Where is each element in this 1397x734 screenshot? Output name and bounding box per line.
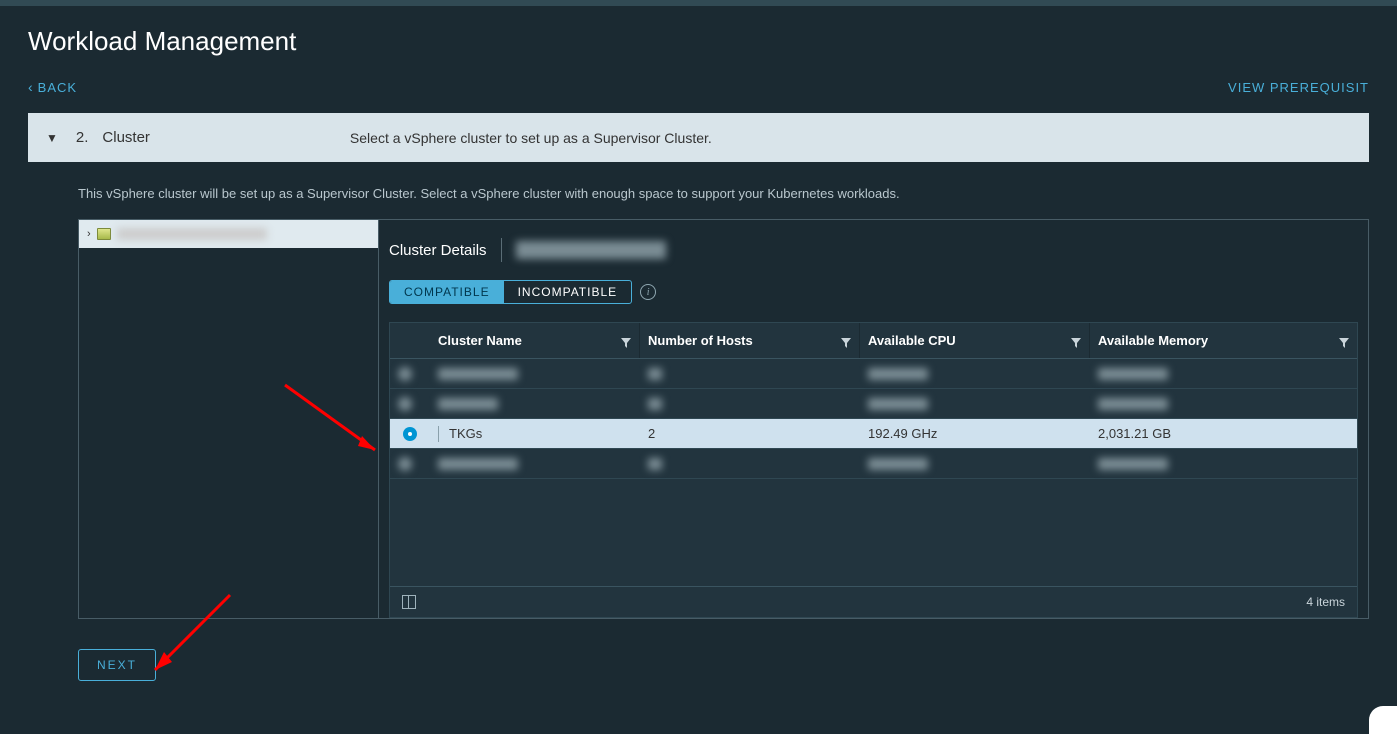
column-label: Available Memory [1098, 333, 1208, 348]
column-label: Number of Hosts [648, 333, 753, 348]
chevron-down-icon[interactable]: ▼ [46, 131, 58, 145]
radio-selected-icon[interactable] [403, 427, 417, 441]
chevron-left-icon: ‹ [28, 79, 34, 95]
column-cpu[interactable]: Available CPU [860, 323, 1090, 358]
cell-cpu [860, 458, 1090, 470]
corner-decoration [1369, 706, 1397, 734]
step-header[interactable]: ▼ 2. Cluster Select a vSphere cluster to… [28, 113, 1369, 162]
compatibility-tabs: COMPATIBLE INCOMPATIBLE i [389, 280, 1358, 304]
cell-hosts [640, 398, 860, 410]
cell-name [430, 368, 640, 380]
separator [501, 238, 502, 262]
tab-incompatible[interactable]: INCOMPATIBLE [504, 281, 632, 303]
item-count: 4 items [1306, 595, 1345, 609]
column-memory[interactable]: Available Memory [1090, 323, 1357, 358]
separator [438, 426, 439, 442]
datacenter-icon [97, 228, 111, 240]
filter-icon[interactable] [621, 336, 631, 346]
page-title: Workload Management [0, 6, 1397, 75]
tree-label-redacted [117, 228, 267, 240]
sub-header: ‹ BACK VIEW PREREQUISIT [0, 75, 1397, 113]
segmented-control: COMPATIBLE INCOMPATIBLE [389, 280, 632, 304]
cell-select[interactable] [390, 397, 430, 411]
cell-cpu [860, 368, 1090, 380]
cell-hosts [640, 368, 860, 380]
cell-select[interactable] [390, 457, 430, 471]
cluster-panel: › Cluster Details COMPATIBLE INCOMPATIBL… [78, 219, 1369, 619]
step-name: Cluster [102, 129, 150, 146]
details-title: Cluster Details [389, 242, 487, 259]
view-prerequisites-link[interactable]: VIEW PREREQUISIT [1228, 80, 1369, 95]
table-body: TKGs 2 192.49 GHz 2,031.21 GB [390, 359, 1357, 586]
column-label: Cluster Name [438, 333, 522, 348]
filter-icon[interactable] [1339, 336, 1349, 346]
table-row[interactable] [390, 359, 1357, 389]
tab-compatible[interactable]: COMPATIBLE [390, 281, 504, 303]
table-footer: 4 items [390, 586, 1357, 617]
cluster-table: Cluster Name Number of Hosts Available C… [389, 322, 1358, 618]
cluster-details-pane: Cluster Details COMPATIBLE INCOMPATIBLE … [379, 220, 1368, 618]
column-hosts[interactable]: Number of Hosts [640, 323, 860, 358]
info-icon[interactable]: i [640, 284, 656, 300]
cell-select[interactable] [390, 367, 430, 381]
table-header: Cluster Name Number of Hosts Available C… [390, 323, 1357, 359]
step-body: This vSphere cluster will be set up as a… [0, 162, 1397, 681]
cell-memory [1090, 458, 1357, 470]
column-settings-icon[interactable] [402, 595, 416, 609]
inventory-tree: › [79, 220, 379, 618]
back-label: BACK [38, 80, 77, 95]
table-row-selected[interactable]: TKGs 2 192.49 GHz 2,031.21 GB [390, 419, 1357, 449]
next-button[interactable]: NEXT [78, 649, 156, 681]
filter-icon[interactable] [1071, 336, 1081, 346]
column-label: Available CPU [868, 333, 956, 348]
chevron-right-icon[interactable]: › [87, 228, 91, 240]
cell-cpu [860, 398, 1090, 410]
cell-memory: 2,031.21 GB [1090, 426, 1357, 441]
cluster-name-value: TKGs [449, 426, 482, 441]
cell-name [430, 398, 640, 410]
cell-memory [1090, 398, 1357, 410]
column-cluster-name[interactable]: Cluster Name [430, 323, 640, 358]
cell-name: TKGs [430, 426, 640, 442]
details-header: Cluster Details [389, 238, 1358, 262]
cell-hosts [640, 458, 860, 470]
back-button[interactable]: ‹ BACK [28, 79, 77, 95]
tree-row[interactable]: › [79, 220, 378, 248]
table-row[interactable] [390, 389, 1357, 419]
cell-name [430, 458, 640, 470]
filter-icon[interactable] [841, 336, 851, 346]
table-row[interactable] [390, 449, 1357, 479]
cell-memory [1090, 368, 1357, 380]
cluster-name-redacted [516, 241, 666, 259]
cell-cpu: 192.49 GHz [860, 426, 1090, 441]
column-select [390, 323, 430, 358]
step-description: Select a vSphere cluster to set up as a … [350, 130, 712, 146]
cell-select[interactable] [390, 427, 430, 441]
cell-hosts: 2 [640, 426, 860, 441]
help-text: This vSphere cluster will be set up as a… [28, 186, 1369, 219]
step-number: 2. [76, 129, 89, 146]
